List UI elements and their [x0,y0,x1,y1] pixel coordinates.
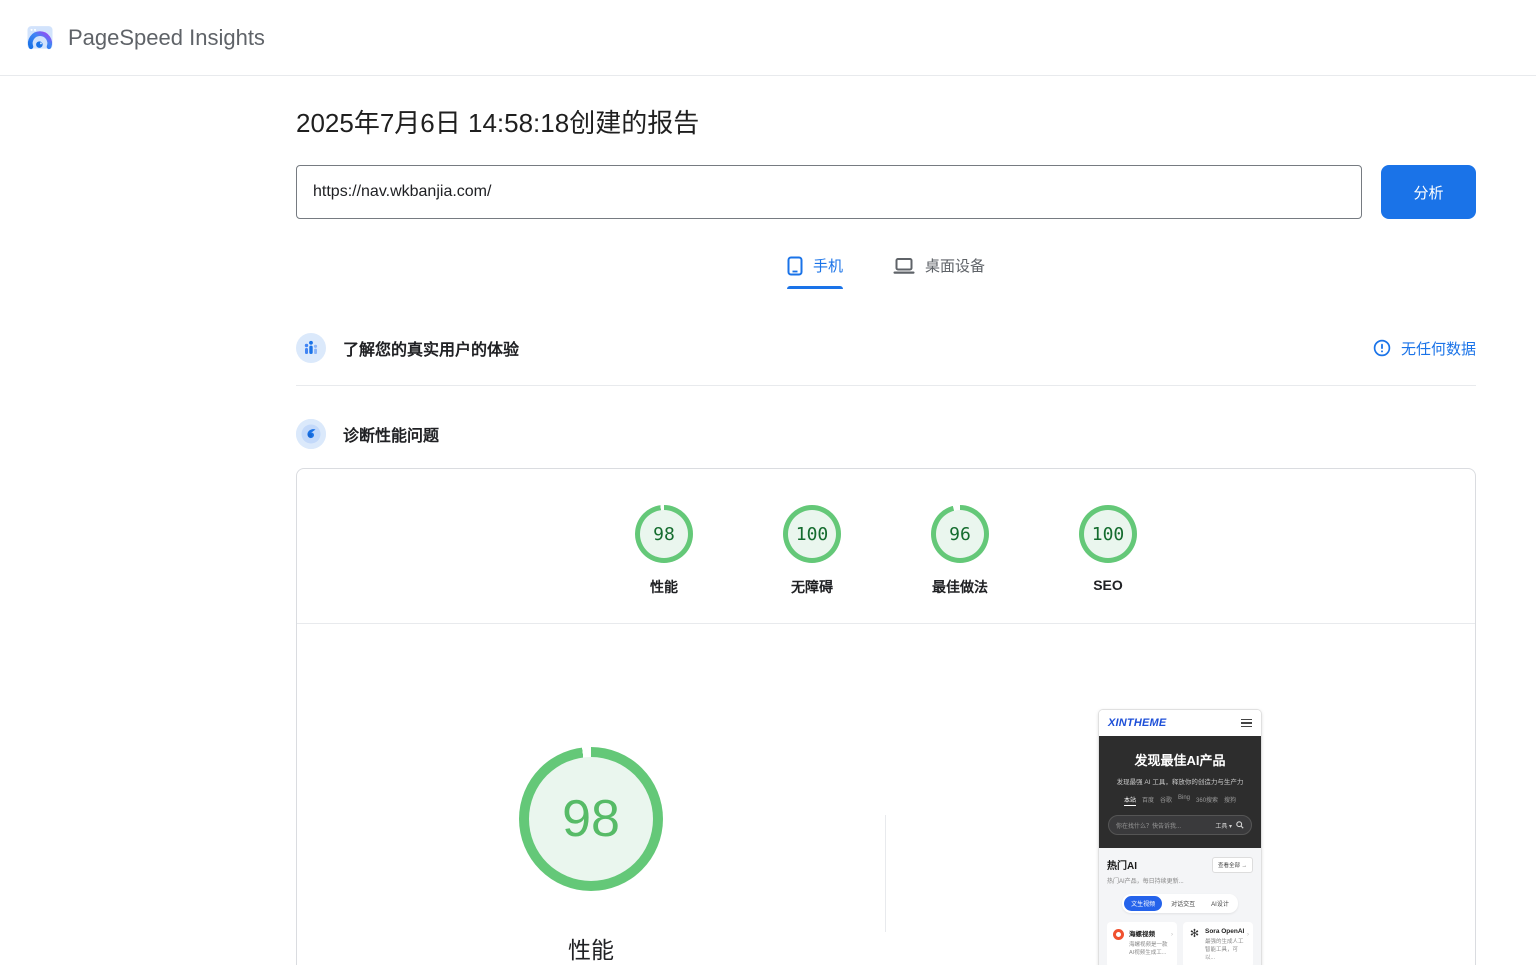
big-performance-label: 性能 [568,931,614,965]
thumb-tool-dropdown: 工具 ▾ [1215,821,1232,830]
performance-detail-area: 98 性能 XINTHEME 发现最佳AI产品 发现最强 AI 工具，释放你的创… [297,624,1475,965]
sora-icon: ✻ [1188,928,1201,941]
analyze-button[interactable]: 分析 [1381,165,1476,219]
performance-label: 性能 [650,577,678,597]
thumb-pill: 文生视频 [1124,896,1162,911]
best-practices-gauge: 96 [931,505,989,563]
accessibility-label: 无障碍 [791,577,833,597]
tab-mobile-label: 手机 [813,255,843,276]
thumb-pills: 文生视频 对话交互 AI设计 [1107,894,1253,913]
app-header: PageSpeed Insights [0,0,1536,76]
thumb-hero: 发现最佳AI产品 发现最强 AI 工具，释放你的创造力与生产力 本站 百度 谷歌… [1099,736,1261,848]
no-data-area: 无任何数据 [1373,338,1476,359]
thumb-card: 海螺视频 海螺视频是一款AI视频生成工... › [1107,922,1177,965]
info-icon[interactable] [1373,339,1391,357]
thumb-nav-link: 百度 [1142,795,1154,806]
device-tabs: 手机 桌面设备 [296,255,1476,289]
thumb-section-subtitle: 热门AI产品，每日持续更新... [1107,876,1184,885]
pagespeed-logo-icon [25,23,55,53]
thumb-pill: AI设计 [1204,896,1236,911]
laptop-icon [893,257,915,275]
thumb-nav-link: 搜狗 [1224,795,1236,806]
score-accessibility[interactable]: 100 无障碍 [782,505,842,597]
radar-icon [296,419,326,449]
thumb-nav-link: 360搜索 [1196,795,1218,806]
thumb-nav: 本站 百度 谷歌 Bing 360搜索 搜狗 [1108,795,1252,806]
thumb-view-all-button: 查看全部 → [1212,857,1253,873]
thumb-hero-title: 发现最佳AI产品 [1108,750,1252,769]
thumb-body: 热门AI 热门AI产品，每日持续更新... 查看全部 → 文生视频 对话交互 A… [1099,848,1261,965]
big-performance-pane: 98 性能 [297,624,885,965]
seo-label: SEO [1093,577,1123,593]
thumb-nav-link: 本站 [1124,795,1136,806]
tab-desktop-label: 桌面设备 [925,255,985,276]
thumb-section-title: 热门AI [1107,857,1184,872]
phone-icon [787,256,803,276]
search-icon [1236,821,1244,829]
score-best-practices[interactable]: 96 最佳做法 [930,505,990,597]
best-practices-label: 最佳做法 [932,577,988,597]
thumb-search-bar: 你在找什么？快告诉我... 工具 ▾ [1108,815,1252,835]
hailuo-icon [1112,928,1125,941]
vertical-divider [885,815,886,932]
url-input[interactable] [296,165,1362,219]
seo-gauge: 100 [1079,505,1137,563]
section-divider [296,385,1476,386]
score-seo[interactable]: 100 SEO [1078,505,1138,597]
report-title: 2025年7月6日 14:58:18创建的报告 [296,103,1476,140]
diagnose-section: 诊断性能问题 [296,419,1476,449]
tab-mobile[interactable]: 手机 [787,255,843,289]
page-screenshot-thumbnail: XINTHEME 发现最佳AI产品 发现最强 AI 工具，释放你的创造力与生产力… [1099,710,1261,965]
thumb-hero-subtitle: 发现最强 AI 工具，释放你的创造力与生产力 [1108,776,1252,786]
thumb-card: ✻ Sora OpenAI 最强的生成人工智能工具，可以... › [1183,922,1253,965]
hamburger-icon [1241,719,1252,728]
field-data-section: 了解您的真实用户的体验 无任何数据 [296,333,1476,363]
thumb-nav-link: 谷歌 [1160,795,1172,806]
score-performance[interactable]: 98 性能 [634,505,694,597]
performance-gauge: 98 [635,505,693,563]
url-row: 分析 [296,165,1476,219]
accessibility-gauge: 100 [783,505,841,563]
tab-desktop[interactable]: 桌面设备 [893,255,985,289]
thumb-pill: 对话交互 [1164,896,1202,911]
thumb-site-header: XINTHEME [1099,710,1261,736]
field-data-title: 了解您的真实用户的体验 [343,336,519,360]
users-chart-icon [296,333,326,363]
no-data-link[interactable]: 无任何数据 [1401,338,1476,359]
big-performance-gauge: 98 [519,747,663,891]
diagnose-title: 诊断性能问题 [343,422,439,446]
thumbnail-pane: XINTHEME 发现最佳AI产品 发现最强 AI 工具，释放你的创造力与生产力… [885,624,1475,965]
thumb-nav-link: Bing [1178,795,1190,806]
thumb-card-grid: 海螺视频 海螺视频是一款AI视频生成工... › ✻ Sora OpenAI 最… [1107,922,1253,965]
app-title: PageSpeed Insights [68,25,265,51]
score-gauges-row: 98 性能 100 无障碍 96 最佳做法 100 SEO [297,469,1475,623]
thumb-search-placeholder: 你在找什么？快告诉我... [1116,821,1211,830]
report-card: 98 性能 100 无障碍 96 最佳做法 100 SEO [296,468,1476,965]
thumb-site-logo: XINTHEME [1108,717,1166,729]
